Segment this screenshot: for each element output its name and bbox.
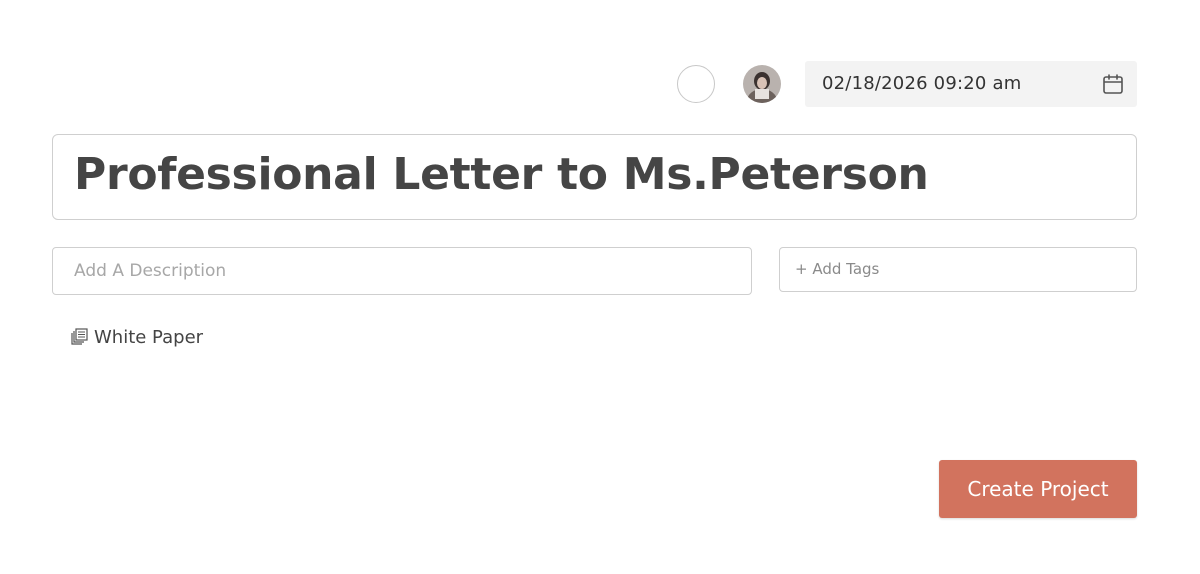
due-date-value: 02/18/2026 09:20 am (822, 73, 1022, 94)
project-title-input[interactable]: Professional Letter to Ms.Peterson (52, 134, 1137, 220)
description-placeholder: Add A Description (74, 261, 227, 281)
template-label: White Paper (94, 326, 204, 348)
pages-icon (71, 328, 88, 345)
user-avatar[interactable] (743, 65, 781, 103)
template-selector[interactable]: White Paper (69, 325, 203, 349)
tags-placeholder: + Add Tags (795, 260, 880, 278)
due-date-field[interactable]: 02/18/2026 09:20 am (805, 61, 1137, 107)
tags-input[interactable]: + Add Tags (779, 247, 1137, 292)
calendar-icon[interactable] (1102, 73, 1124, 95)
project-title: Professional Letter to Ms.Peterson (74, 149, 929, 200)
create-project-button[interactable]: Create Project (939, 460, 1137, 518)
unassigned-avatar-button[interactable] (677, 65, 715, 103)
description-input[interactable]: Add A Description (52, 247, 752, 295)
avatar-image (743, 65, 781, 103)
